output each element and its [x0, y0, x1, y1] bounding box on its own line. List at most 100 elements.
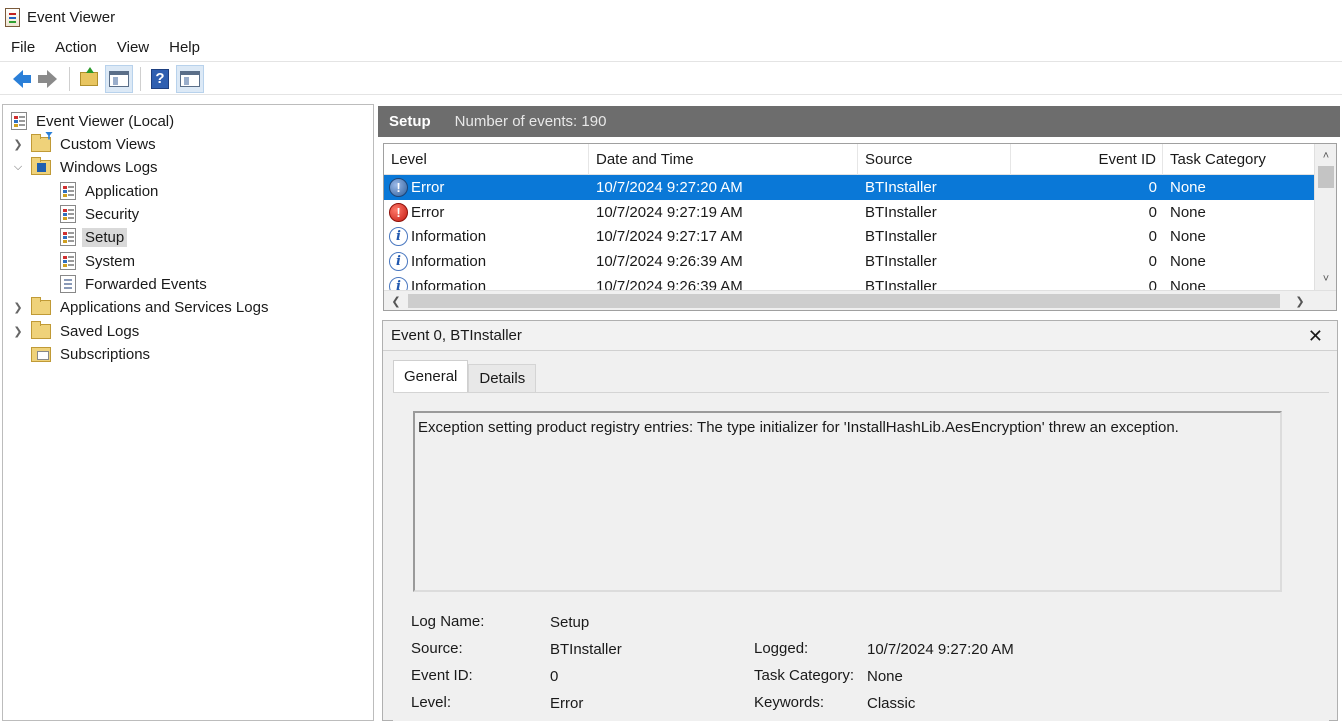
cell-level: i Information [384, 249, 589, 274]
scroll-right-icon[interactable]: ❯ [1290, 291, 1310, 310]
scroll-thumb[interactable] [408, 294, 1280, 308]
cell-event-id: 0 [1148, 178, 1157, 196]
chevron-right-icon[interactable]: ❯ [11, 301, 25, 314]
cell-level: i Information [384, 274, 589, 291]
level-text: Error [411, 178, 445, 196]
column-header-level[interactable]: Level [384, 144, 589, 175]
cell-task-category: None [1170, 277, 1206, 291]
column-header-source[interactable]: Source [858, 144, 1011, 175]
cell-task-category: None [1170, 178, 1206, 196]
scroll-left-icon[interactable]: ❮ [386, 291, 406, 310]
tree-item-label: Saved Logs [60, 322, 140, 340]
tree-item-forwarded-events[interactable]: Forwarded Events [60, 273, 210, 295]
show-hide-tree-button[interactable] [105, 64, 133, 93]
level-text: Information [411, 228, 487, 246]
cell-source: BTInstaller [865, 228, 937, 246]
detail-title: Event 0, BTInstaller [391, 327, 522, 344]
tree-item-label: Application [85, 182, 159, 200]
close-icon[interactable]: ✕ [1308, 326, 1323, 347]
scroll-up-icon[interactable]: ˄ [1315, 146, 1336, 166]
title-bar: Event Viewer [0, 0, 1342, 34]
tree-item-subscriptions[interactable]: Subscriptions [31, 343, 153, 365]
detail-header: Event 0, BTInstaller ✕ [383, 321, 1337, 351]
tree-item-label: Windows Logs [60, 158, 158, 176]
tree-item-label: Custom Views [60, 135, 156, 153]
scroll-down-icon[interactable]: ˅ [1315, 269, 1336, 289]
cell-level: ! Error [384, 175, 589, 200]
information-icon: i [389, 227, 408, 247]
information-icon: i [389, 251, 408, 271]
table-row[interactable]: i Information 10/7/2024 9:26:39 AM BTInst… [384, 274, 1314, 291]
scroll-thumb[interactable] [1318, 166, 1334, 188]
error-icon: ! [389, 202, 408, 222]
help-icon: ? [151, 68, 169, 89]
tree-item-application[interactable]: Application [60, 180, 161, 202]
horizontal-scrollbar[interactable]: ❮ ❯ [384, 290, 1336, 310]
cell-source: BTInstaller [865, 203, 937, 221]
navigation-tree[interactable]: Event Viewer (Local) ❯ Custom Views ⌵ Wi… [2, 104, 374, 721]
back-button[interactable] [4, 65, 32, 93]
open-saved-log-button[interactable] [75, 65, 103, 93]
tree-item-system[interactable]: System [60, 250, 138, 272]
cell-task-category: None [1170, 228, 1206, 246]
toolbar-separator [69, 66, 70, 91]
show-hide-action-pane-button[interactable] [176, 64, 204, 93]
chevron-down-icon[interactable]: ⌵ [11, 161, 25, 174]
cell-datetime: 10/7/2024 9:27:20 AM [596, 178, 743, 196]
tree-item-windows-logs[interactable]: ⌵ Windows Logs [11, 156, 161, 178]
toolbar-separator [140, 66, 141, 91]
tree-item-saved-logs[interactable]: ❯ Saved Logs [11, 320, 142, 342]
vertical-scrollbar[interactable]: ˄ ˅ [1314, 144, 1336, 291]
tab-general[interactable]: General [393, 360, 469, 392]
error-icon: ! [389, 177, 408, 197]
menu-file[interactable]: File [0, 39, 45, 56]
tree-item-applications-and-services-logs[interactable]: ❯ Applications and Services Logs [11, 296, 271, 318]
table-row[interactable]: ! Error 10/7/2024 9:27:20 AM BTInstaller … [384, 175, 1314, 200]
open-folder-icon [80, 66, 98, 86]
table-row[interactable]: i Information 10/7/2024 9:26:39 AM BTInst… [384, 249, 1314, 274]
column-header-task-category[interactable]: Task Category [1163, 144, 1314, 175]
events-grid[interactable]: Level Date and Time Source Event ID Task… [383, 143, 1337, 311]
source-value: BTInstaller [550, 641, 622, 658]
level-label: Level: [411, 694, 452, 711]
tree-item-event-viewer-local[interactable]: Event Viewer (Local) [11, 110, 177, 132]
cell-datetime: 10/7/2024 9:27:17 AM [596, 228, 743, 246]
menu-help[interactable]: Help [159, 39, 210, 56]
event-message-box[interactable]: Exception setting product registry entri… [413, 411, 1282, 592]
grid-header: Level Date and Time Source Event ID Task… [384, 144, 1314, 175]
table-row[interactable]: i Information 10/7/2024 9:27:17 AM BTInst… [384, 224, 1314, 249]
column-header-date-time[interactable]: Date and Time [589, 144, 858, 175]
cell-datetime: 10/7/2024 9:27:19 AM [596, 203, 743, 221]
forward-arrow-icon [38, 69, 57, 88]
help-button[interactable]: ? [146, 65, 174, 93]
subscriptions-icon [31, 346, 51, 362]
log-title: Setup [389, 113, 431, 130]
menu-view[interactable]: View [107, 39, 159, 56]
logged-label: Logged: [754, 640, 809, 657]
source-label: Source: [411, 640, 463, 657]
cell-source: BTInstaller [865, 178, 937, 196]
tree-item-security[interactable]: Security [60, 203, 142, 225]
table-row[interactable]: ! Error 10/7/2024 9:27:19 AM BTInstaller … [384, 200, 1314, 225]
keywords-value: Classic [867, 695, 916, 712]
column-header-event-id[interactable]: Event ID [1011, 144, 1163, 175]
grid-rows: ! Error 10/7/2024 9:27:20 AM BTInstaller … [384, 175, 1314, 291]
forward-button[interactable] [34, 65, 62, 93]
menu-action[interactable]: Action [45, 39, 107, 56]
log-name-value: Setup [550, 614, 590, 631]
event-id-value: 0 [550, 668, 559, 685]
tree-item-setup[interactable]: Setup [60, 226, 128, 248]
event-viewer-icon [11, 112, 27, 130]
general-tab-panel: Exception setting product registry entri… [393, 392, 1329, 721]
menu-bar: File Action View Help [0, 34, 1342, 62]
tree-item-custom-views[interactable]: ❯ Custom Views [11, 133, 159, 155]
cell-source: BTInstaller [865, 252, 937, 270]
chevron-right-icon[interactable]: ❯ [11, 325, 25, 338]
cell-event-id: 0 [1148, 228, 1157, 246]
log-name-label: Log Name: [411, 613, 485, 630]
task-category-value: None [867, 668, 903, 685]
chevron-right-icon[interactable]: ❯ [11, 138, 25, 151]
logged-value: 10/7/2024 9:27:20 AM [867, 641, 1014, 658]
tab-details[interactable]: Details [468, 364, 537, 392]
tree-item-label: Setup [82, 227, 128, 247]
